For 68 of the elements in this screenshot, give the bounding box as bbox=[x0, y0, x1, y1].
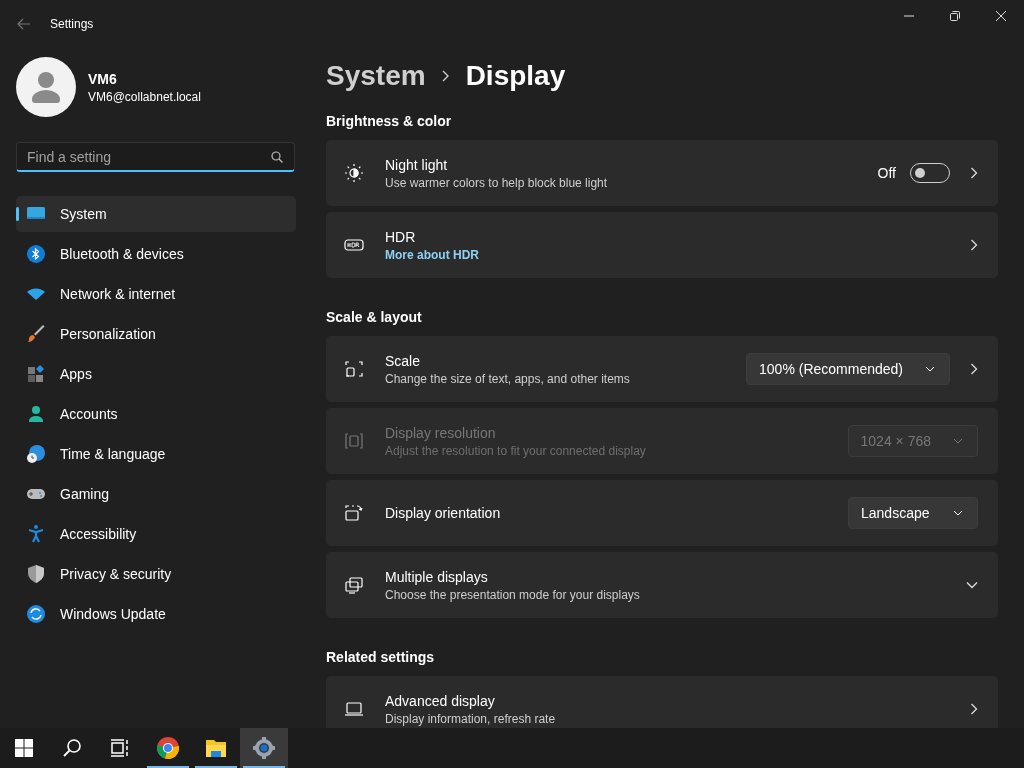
nav-item[interactable]: Apps bbox=[16, 356, 296, 392]
accessibility-icon bbox=[26, 524, 46, 544]
section-heading: Related settings bbox=[326, 648, 436, 667]
nav-item[interactable]: Accounts bbox=[16, 396, 296, 432]
nav-item[interactable]: Gaming bbox=[16, 476, 296, 512]
rotate-screen-icon bbox=[344, 503, 364, 523]
sun-icon bbox=[344, 163, 364, 183]
toggle-state-label: Off bbox=[877, 165, 896, 181]
multiple-screens-icon bbox=[344, 575, 364, 595]
sync-icon bbox=[26, 604, 46, 624]
setting-title: Display resolution bbox=[385, 424, 496, 441]
nav-item[interactable]: Bluetooth & devices bbox=[16, 236, 296, 272]
setting-description: Display information, refresh rate bbox=[385, 711, 556, 726]
apps-grid-icon bbox=[26, 364, 46, 384]
bluetooth-icon bbox=[26, 244, 46, 264]
nav-item[interactable]: Accessibility bbox=[16, 516, 296, 552]
nav-item[interactable]: Network & internet bbox=[16, 276, 296, 312]
setting-card[interactable]: Multiple displays Choose the presentation mode for your displays bbox=[326, 552, 998, 618]
dropdown[interactable]: 100% (Recommended) bbox=[746, 353, 950, 385]
search-icon bbox=[271, 151, 283, 163]
search-field[interactable]: Find a setting bbox=[16, 142, 295, 172]
caret-icon bbox=[953, 438, 963, 444]
chevron-icon bbox=[441, 70, 450, 82]
restore-icon[interactable] bbox=[950, 11, 960, 21]
setting-title: Night light bbox=[385, 156, 448, 173]
browser-icon bbox=[156, 736, 180, 760]
user-email: VM6@collabnet.local bbox=[88, 89, 201, 104]
nav-item[interactable]: Personalization bbox=[16, 316, 296, 352]
back-arrow-icon[interactable] bbox=[17, 18, 31, 30]
setting-card[interactable]: Night light Use warmer colors to help block blue light Off bbox=[326, 140, 998, 206]
setting-title: Advanced display bbox=[385, 692, 495, 709]
setting-title: Multiple displays bbox=[385, 568, 488, 585]
nav-item[interactable]: Time & language bbox=[16, 436, 296, 472]
setting-card[interactable]: HDR More about HDR bbox=[326, 212, 998, 278]
setting-title: Scale bbox=[385, 352, 421, 369]
dropdown[interactable]: Landscape bbox=[848, 497, 978, 529]
setting-card[interactable]: Scale Change the size of text, apps, and other items 100% (Recommended) bbox=[326, 336, 998, 402]
laptop-icon bbox=[344, 699, 364, 719]
setting-description: Adjust the resolution to fit your connected display bbox=[385, 443, 646, 458]
setting-title: Display orientation bbox=[385, 505, 501, 521]
caret-icon bbox=[925, 366, 935, 372]
setting-description: Use warmer colors to help block blue light bbox=[385, 175, 608, 190]
gear-icon bbox=[252, 736, 276, 760]
setting-description: Change the size of text, apps, and other items bbox=[385, 371, 630, 386]
setting-title: HDR bbox=[385, 228, 416, 245]
shield-icon bbox=[26, 564, 46, 584]
scale-icon bbox=[344, 359, 364, 379]
section-heading: Scale & layout bbox=[326, 308, 423, 327]
avatar-icon bbox=[16, 57, 76, 117]
breadcrumb-item[interactable]: System bbox=[326, 60, 426, 92]
caret-icon bbox=[953, 510, 963, 516]
learn-more-link[interactable]: More about HDR bbox=[385, 247, 479, 262]
paintbrush-icon bbox=[26, 324, 46, 344]
nav-item[interactable]: Privacy & security bbox=[16, 556, 296, 592]
user-name: VM6 bbox=[88, 70, 118, 87]
globe-clock-icon bbox=[26, 444, 46, 464]
nav-item[interactable]: System bbox=[16, 196, 296, 232]
windows-logo-icon bbox=[12, 736, 36, 760]
setting-card[interactable]: Advanced display Display information, refresh rate bbox=[326, 676, 998, 728]
nav-item[interactable]: Windows Update bbox=[16, 596, 296, 632]
resolution-icon bbox=[344, 431, 364, 451]
window-title: Settings bbox=[50, 17, 94, 31]
close-icon[interactable] bbox=[996, 11, 1006, 21]
section-heading: Brightness & color bbox=[326, 112, 453, 131]
breadcrumb-item: Display bbox=[465, 60, 566, 92]
setting-card[interactable]: Display orientation Landscape bbox=[326, 480, 998, 546]
person-icon bbox=[26, 404, 46, 424]
setting-description: Choose the presentation mode for your displays bbox=[385, 587, 640, 602]
